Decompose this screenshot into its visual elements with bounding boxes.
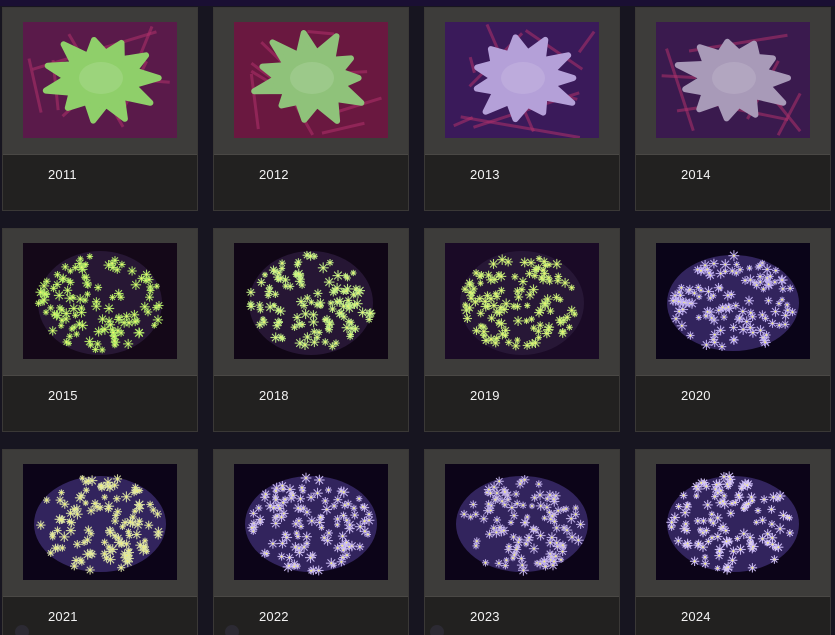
gallery-card[interactable]: 2023 — [424, 449, 620, 635]
year-label: 2014 — [681, 167, 711, 182]
coral-photo[interactable] — [445, 243, 599, 359]
gallery-card[interactable]: 2024 — [635, 449, 831, 635]
thumbnail-frame — [425, 8, 619, 155]
thumbnail-frame — [3, 8, 197, 155]
year-label: 2015 — [48, 388, 78, 403]
coral-photo[interactable] — [23, 22, 177, 138]
year-label: 2023 — [470, 609, 500, 624]
gallery-card[interactable]: 2014 — [635, 7, 831, 211]
year-label: 2013 — [470, 167, 500, 182]
thumbnail-frame — [3, 450, 197, 597]
gallery-card[interactable]: 2020 — [635, 228, 831, 432]
coral-photo[interactable] — [234, 464, 388, 580]
year-label: 2012 — [259, 167, 289, 182]
top-bar — [0, 0, 835, 6]
slider-dot[interactable] — [430, 625, 444, 635]
thumbnail-frame — [636, 229, 830, 376]
gallery-card[interactable]: 2022 — [213, 449, 409, 635]
coral-photo[interactable] — [445, 22, 599, 138]
gallery-card[interactable]: 2021 — [2, 449, 198, 635]
coral-photo[interactable] — [234, 22, 388, 138]
thumbnail-frame — [3, 229, 197, 376]
thumbnail-frame — [636, 450, 830, 597]
coral-photo[interactable] — [656, 464, 810, 580]
year-label: 2022 — [259, 609, 289, 624]
thumbnail-frame — [425, 450, 619, 597]
year-label: 2024 — [681, 609, 711, 624]
gallery-card[interactable]: 2013 — [424, 7, 620, 211]
year-label: 2019 — [470, 388, 500, 403]
year-label: 2018 — [259, 388, 289, 403]
year-label: 2021 — [48, 609, 78, 624]
thumbnail-frame — [636, 8, 830, 155]
coral-photo[interactable] — [656, 243, 810, 359]
gallery-card[interactable]: 2015 — [2, 228, 198, 432]
thumbnail-frame — [214, 229, 408, 376]
coral-photo[interactable] — [23, 464, 177, 580]
gallery-page: 2011 2012 2013 2014 2015 2018 2019 2020 2021 2022… — [0, 0, 835, 635]
year-label: 2020 — [681, 388, 711, 403]
coral-photo[interactable] — [234, 243, 388, 359]
thumbnail-frame — [425, 229, 619, 376]
coral-photo[interactable] — [656, 22, 810, 138]
slider-dot[interactable] — [15, 625, 29, 635]
coral-photo[interactable] — [445, 464, 599, 580]
coral-photo[interactable] — [23, 243, 177, 359]
gallery-card[interactable]: 2018 — [213, 228, 409, 432]
year-label: 2011 — [48, 167, 77, 182]
thumbnail-frame — [214, 450, 408, 597]
gallery-card[interactable]: 2019 — [424, 228, 620, 432]
gallery-card[interactable]: 2012 — [213, 7, 409, 211]
thumbnail-frame — [214, 8, 408, 155]
gallery-card[interactable]: 2011 — [2, 7, 198, 211]
slider-dot[interactable] — [225, 625, 239, 635]
